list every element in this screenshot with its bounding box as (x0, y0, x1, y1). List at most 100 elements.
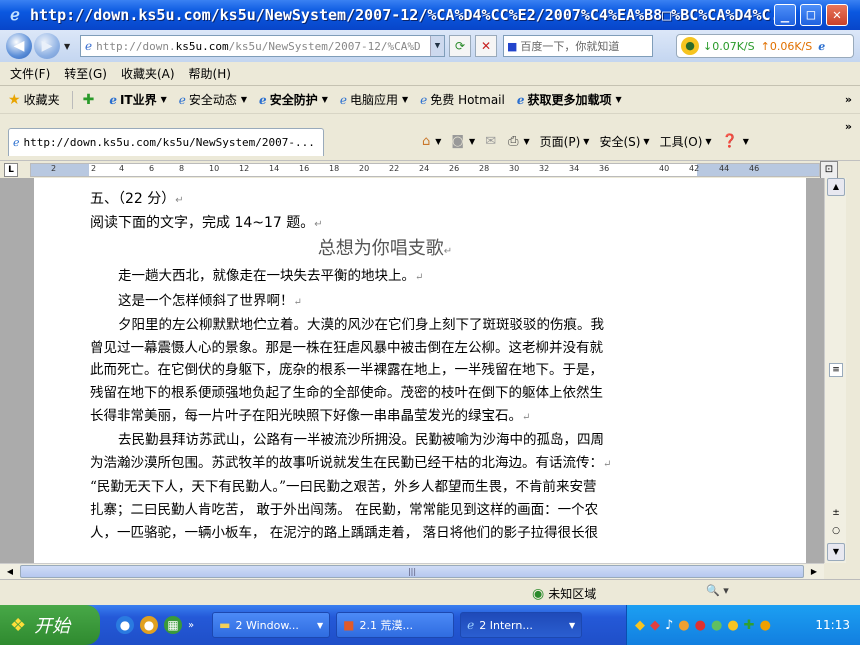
dropdown-icon: ▼ (583, 136, 590, 146)
favorites-button[interactable]: ★ 收藏夹 (8, 91, 60, 108)
scroll-thumb[interactable]: ≡ (829, 363, 843, 377)
quicklaunch-browser-icon[interactable]: ● (116, 616, 134, 634)
select-browse-object-button[interactable]: ○ (831, 526, 841, 536)
close-button[interactable]: ✕ (826, 4, 848, 26)
scroll-up-button[interactable]: ▲ (827, 178, 845, 196)
home-button[interactable]: ⌂ ▼ (422, 134, 441, 149)
back-button[interactable]: ◀ (6, 33, 32, 59)
zoom-control[interactable]: 🔍 ▾ (706, 584, 729, 597)
quicklaunch-desktop-icon[interactable]: ▦ (164, 616, 182, 634)
mail-icon: ✉ (485, 133, 497, 149)
tab-stop-selector[interactable]: L (4, 163, 18, 177)
tray-icon[interactable]: ● (678, 618, 689, 633)
start-button[interactable]: ❖ 开始 (0, 605, 100, 645)
speed-meter-icon: ● (681, 37, 699, 55)
fav-it-industry[interactable]: ℯ IT业界 ▼ (109, 91, 166, 108)
upload-speed: ↑0.06K/S (760, 39, 813, 53)
mail-button[interactable]: ✉ (485, 134, 498, 149)
quicklaunch-app-icon[interactable]: ● (140, 616, 158, 634)
maximize-button[interactable]: □ (800, 4, 822, 26)
search-input[interactable]: ■ 百度一下，你就知道 (503, 35, 653, 57)
favorites-star-icon: ★ (8, 91, 21, 108)
fav-security-protection[interactable]: ℯ 安全防护 ▼ (259, 91, 328, 108)
scroll-left-button[interactable]: ◀ (2, 565, 18, 579)
clock: 11:13 (815, 618, 850, 632)
document-page[interactable]: 五、（22 分）↵ 阅读下面的文字，完成 14~17 题。↵ 总想为你唱支歌↵ … (34, 178, 806, 563)
fav-get-addons[interactable]: ℯ 获取更多加载项 ▼ (517, 91, 622, 108)
menu-help[interactable]: 帮助(H) (189, 65, 231, 82)
tray-icon[interactable]: ● (711, 618, 722, 633)
quicklaunch-more-icon[interactable]: » (188, 620, 194, 631)
tray-icon[interactable]: ● (760, 618, 771, 633)
fav-security-news[interactable]: ℯ 安全动态 ▼ (179, 91, 247, 108)
tray-icon[interactable]: ◆ (635, 618, 645, 633)
vertical-scrollbar[interactable]: ▲ ≡ ± ○ ▼ (824, 178, 846, 563)
fav-pc-apps[interactable]: ℯ 电脑应用 ▼ (340, 91, 408, 108)
refresh-icon: ⟳ (454, 39, 466, 53)
paragraph-line: 扎寨；二曰民勤人肯吃苦， 敢于外出闯荡。 在民勤，常常能见到这样的画面：一个农 (90, 501, 599, 518)
dropdown-icon: ▼ (643, 136, 650, 146)
address-dropdown-button[interactable]: ▼ (430, 36, 444, 56)
ruler-tick-label: 30 (509, 164, 520, 173)
scroll-down-button[interactable]: ▼ (827, 543, 845, 561)
add-favorite-button[interactable]: ✚ (83, 92, 98, 108)
prev-page-button[interactable]: ± (831, 508, 841, 518)
paragraph-line: 长得非常美丽，每一片叶子在阳光映照下好像一串串晶莹发光的绿宝石。↵ (90, 407, 531, 424)
volume-icon[interactable]: ♪ (665, 618, 673, 633)
ruler-toggle-button[interactable]: ⊡ (820, 161, 838, 179)
dropdown-icon: ▼ (240, 95, 248, 104)
help-button[interactable]: ❓ ▼ (722, 134, 749, 149)
ie-logo-icon: ℯ (10, 5, 20, 24)
rss-icon: ◙ (451, 133, 465, 149)
paragraph-line: 为浩瀚沙漠所包围。苏武牧羊的故事听说就发生在民勤已经干枯的北海边。有话流传：↵ (90, 454, 612, 471)
tray-icon[interactable]: ● (727, 618, 738, 633)
more-chevron-icon[interactable]: » (845, 93, 852, 106)
menu-goto[interactable]: 转至(G) (64, 65, 107, 82)
ruler-tick-label: 42 (689, 164, 700, 173)
page-icon: ℯ (85, 39, 93, 53)
history-dropdown-button[interactable]: ▼ (64, 42, 74, 51)
dropdown-icon: ▼ (568, 620, 576, 630)
ruler-tick-label: 10 (209, 164, 220, 173)
dropdown-icon: ▼ (401, 95, 409, 104)
taskbar-item-explorer[interactable]: ▬ 2 Window... ▼ (212, 612, 331, 638)
menu-favorites[interactable]: 收藏夹(A) (121, 65, 175, 82)
security-zone[interactable]: ◉ 未知区域 (532, 585, 596, 602)
command-bar: ⌂ ▼ ◙ ▼ ✉ ⎙ ▼ 页面(P) ▼ 安全(S) ▼ 工具(O) ▼ ❓ ▼ (422, 128, 759, 154)
download-speed: ↓0.07K/S (703, 39, 755, 53)
tray-icon[interactable]: ● (695, 618, 706, 633)
address-bar[interactable]: ℯ http://down.ks5u.com/ks5u/NewSystem/20… (80, 35, 445, 57)
tab-current[interactable]: ℯ http://down.ks5u.com/ks5u/NewSystem/20… (8, 128, 324, 156)
paragraph-line: “民勤无天下人，天下有民勤人。”一曰民勤之艰苦，外乡人都望而生畏，不肯前来安营 (90, 479, 597, 496)
safety-menu-button[interactable]: 安全(S) ▼ (599, 133, 649, 150)
tray-icon[interactable]: ✚ (744, 618, 755, 633)
tray-icon[interactable]: ◆ (650, 618, 660, 633)
scroll-right-button[interactable]: ▶ (806, 565, 822, 579)
taskbar-item-ie[interactable]: ℯ 2 Intern... ▼ (460, 612, 583, 638)
section-heading: 五、（22 分）↵ (90, 191, 184, 207)
dropdown-icon: ▼ (435, 136, 442, 146)
tools-menu-button[interactable]: 工具(O) ▼ (660, 133, 712, 150)
feeds-button[interactable]: ◙ ▼ (451, 134, 475, 149)
fav-hotmail[interactable]: ℯ 免费 Hotmail (420, 91, 505, 108)
refresh-button[interactable]: ⟳ (449, 35, 471, 57)
forward-button[interactable]: ▶ (34, 33, 60, 59)
title-bar: ℯ http://down.ks5u.com/ks5u/NewSystem/20… (0, 0, 860, 30)
menu-file[interactable]: 文件(F) (10, 65, 50, 82)
dropdown-icon: ▼ (742, 136, 749, 146)
more-chevron-icon[interactable]: » (845, 120, 852, 133)
stop-button[interactable]: ✕ (475, 35, 497, 57)
ruler-tick-label: 6 (149, 164, 155, 173)
network-speed-widget: ● ↓0.07K/S ↑0.06K/S ℯ (676, 34, 854, 58)
horizontal-scroll-thumb[interactable]: ||| (20, 565, 804, 578)
tab-label: http://down.ks5u.com/ks5u/NewSystem/2007… (23, 136, 315, 149)
horizontal-ruler[interactable]: 2 2 4 6 8 10 12 14 16 18 20 22 24 26 28 30 32 34 36 40 42 44 4… (30, 163, 820, 177)
paragraph-line: 去民勤县拜访苏武山，公路有一半被流沙所拥没。民勤被喻为沙海中的孤岛，四周 (118, 432, 604, 449)
minimize-button[interactable]: _ (774, 4, 796, 26)
horizontal-scrollbar[interactable]: ◀ ||| ▶ (0, 563, 824, 579)
ruler-tick-label: 46 (749, 164, 760, 173)
page-menu-button[interactable]: 页面(P) ▼ (540, 133, 590, 150)
dropdown-icon: ▼ (321, 95, 328, 104)
taskbar-item-powerpoint[interactable]: ■ 2.1 荒漠... (336, 612, 455, 638)
print-button[interactable]: ⎙ ▼ (508, 134, 530, 149)
